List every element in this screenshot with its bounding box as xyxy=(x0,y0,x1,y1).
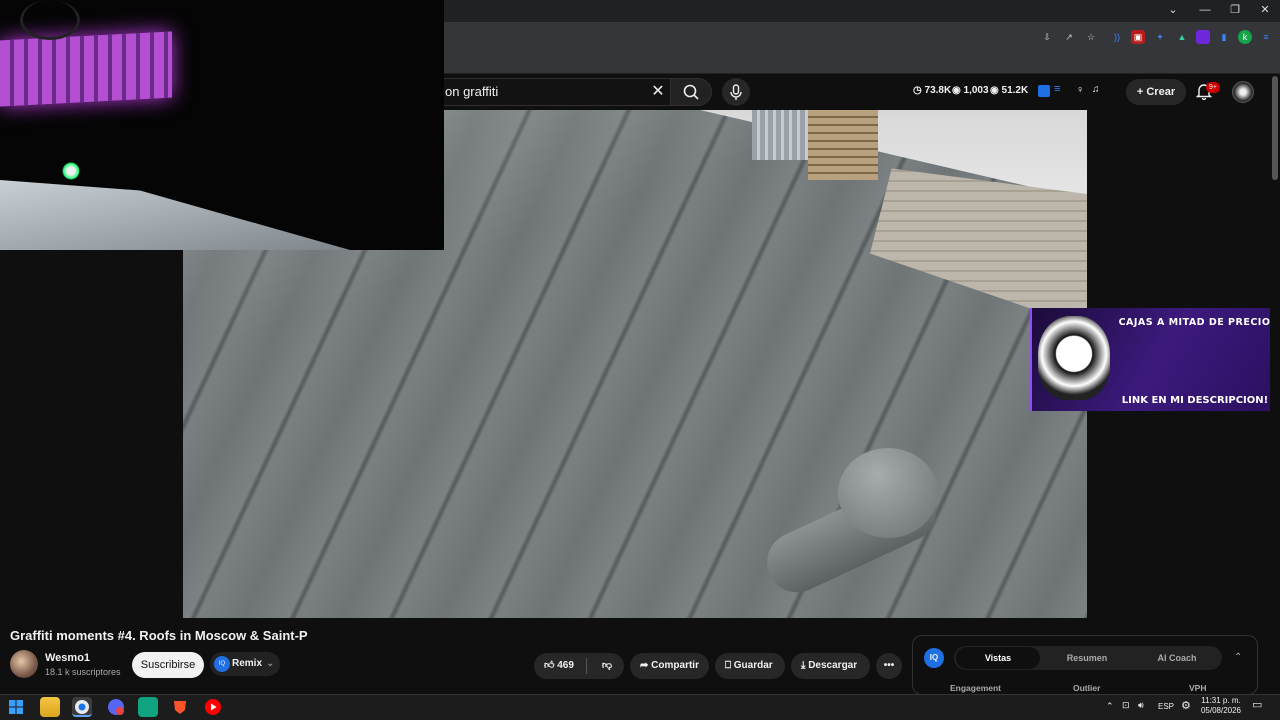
like-divider xyxy=(586,658,587,674)
vidiq-icon[interactable] xyxy=(1038,85,1050,97)
webcam-cable xyxy=(20,0,80,40)
restore-icon[interactable]: ❐ xyxy=(1220,2,1250,18)
tab-vistas[interactable]: Vistas xyxy=(956,647,1040,669)
download-button[interactable]: ⤓ Descargar xyxy=(791,653,870,679)
search-icon xyxy=(683,84,699,100)
search-input[interactable]: on graffiti xyxy=(430,78,670,106)
close-window-icon[interactable]: ✕ xyxy=(1250,2,1280,18)
promo-bottom-text: LINK EN MI DESCRIPCION! xyxy=(1121,395,1269,406)
collapse-panel-icon[interactable]: ⌃ xyxy=(1234,652,1242,663)
promo-mascot-image xyxy=(1038,316,1110,400)
extension-flask-icon[interactable]: ▲ xyxy=(1175,30,1189,44)
webcam-desk xyxy=(0,180,350,250)
save-label: Guardar xyxy=(733,660,773,671)
voice-search-button[interactable] xyxy=(722,78,750,106)
chevron-down-icon[interactable]: ⌄ xyxy=(1158,2,1188,18)
promo-top-text: CAJAS A MITAD DE PRECIO xyxy=(1118,317,1271,328)
clock-stat: ◷ 73.8K xyxy=(913,85,952,96)
share-icon: ➦ xyxy=(640,660,649,671)
small-bell-icon[interactable]: ♫ xyxy=(1092,84,1100,95)
list-icon[interactable]: ≡ xyxy=(1054,83,1060,95)
tab-ai-coach[interactable]: AI Coach xyxy=(1134,646,1220,670)
extension-red-icon[interactable]: ▣ xyxy=(1131,30,1145,44)
create-button[interactable]: + Crear xyxy=(1126,79,1186,105)
stat-value-3: 51.2K xyxy=(1001,85,1029,96)
chatgpt-icon[interactable] xyxy=(138,697,158,717)
taskbar-clock[interactable]: 11:31 p. m. 05/08/2026 xyxy=(1200,696,1242,716)
column-vph: VPH xyxy=(1189,683,1207,693)
extension-puzzle-icon[interactable]: ✦ xyxy=(1153,30,1167,44)
channel-name[interactable]: Wesmo1 xyxy=(45,652,90,664)
windows-start-icon[interactable] xyxy=(6,697,26,717)
share-page-icon[interactable]: ↗ xyxy=(1062,30,1076,44)
video-tower-right xyxy=(808,110,878,180)
subscribe-button[interactable]: Suscribirse xyxy=(132,652,204,678)
youtube-app-icon[interactable] xyxy=(203,697,223,717)
chevron-down-icon: ⌄ xyxy=(266,658,275,669)
account-avatar[interactable] xyxy=(1232,81,1254,103)
notification-badge: 9+ xyxy=(1206,82,1220,93)
stat-value-2: 1,003 xyxy=(963,85,989,96)
video-title: Graffiti moments #4. Roofs in Moscow & S… xyxy=(10,628,308,643)
channel-avatar[interactable] xyxy=(10,650,38,678)
extension-audio-icon[interactable]: )) xyxy=(1110,30,1124,44)
more-icon: ••• xyxy=(883,660,895,671)
share-label: Compartir xyxy=(651,660,699,671)
thumbs-down-icon: 👎︎ xyxy=(601,660,613,671)
chrome-icon[interactable] xyxy=(72,697,92,717)
download-icon: ⤓ xyxy=(801,660,806,671)
file-explorer-icon[interactable] xyxy=(40,697,60,717)
notification-center-icon[interactable]: ▭ xyxy=(1252,698,1262,711)
windows-taskbar xyxy=(0,694,1280,720)
webcam-cursor xyxy=(62,162,80,180)
like-count: 469 xyxy=(557,660,574,671)
dislike-button[interactable]: 👎︎ xyxy=(592,653,622,679)
volume-icon[interactable]: 🔊︎ xyxy=(1138,700,1144,711)
install-icon[interactable]: ⇩ xyxy=(1040,30,1054,44)
settings-gear-icon[interactable]: ⚙ xyxy=(1181,699,1191,712)
subscriber-count: 18.1 k suscriptores xyxy=(45,667,121,677)
column-engagement: Engagement xyxy=(950,683,1002,693)
download-label: Descargar xyxy=(808,660,858,671)
taskbar-time: 11:31 p. m. xyxy=(1201,696,1241,705)
like-button[interactable]: 👍︎ 469 xyxy=(534,653,584,679)
scroll-thumb[interactable] xyxy=(1272,76,1278,180)
clear-search-icon[interactable]: ✕ xyxy=(648,82,668,102)
vidiq-panel-icon[interactable]: IQ xyxy=(924,648,944,668)
share-button[interactable]: ➦ Compartir xyxy=(630,653,709,679)
sidepanel-icon[interactable]: ▮ xyxy=(1217,30,1231,44)
network-icon[interactable]: ⊡ xyxy=(1122,700,1130,711)
tray-chevron-up-icon[interactable]: ⌃ xyxy=(1106,701,1114,712)
search-button[interactable] xyxy=(670,78,712,106)
bookmark-icon[interactable]: ☆ xyxy=(1084,30,1098,44)
video-tower-left xyxy=(752,110,812,160)
create-label: Crear xyxy=(1146,86,1176,98)
save-button[interactable]: ⎕ Guardar xyxy=(715,653,785,679)
iq-badge-icon: IQ xyxy=(214,656,230,672)
remix-button[interactable]: IQ Remix ⌄ xyxy=(210,652,280,676)
remix-label: Remix xyxy=(232,658,263,669)
menu-icon[interactable]: ≡ xyxy=(1259,30,1273,44)
save-icon: ⎕ xyxy=(725,660,731,671)
more-actions-button[interactable]: ••• xyxy=(876,653,902,679)
microphone-icon xyxy=(730,84,742,100)
column-outlier: Outlier xyxy=(1073,683,1101,693)
thumbs-up-icon: 👍︎ xyxy=(544,660,555,671)
eye-stat: ◉ 51.2K xyxy=(990,85,1029,96)
profile-icon[interactable]: k xyxy=(1238,30,1252,44)
discord-icon[interactable] xyxy=(106,697,126,717)
webcam-overlay xyxy=(0,0,444,250)
taskbar-date: 05/08/2026 xyxy=(1200,706,1242,715)
video-vent-cap xyxy=(838,448,938,538)
extension-purple-icon[interactable] xyxy=(1196,30,1210,44)
achievement-icon[interactable]: ♀ xyxy=(1076,84,1084,96)
webcam-keyboard-lights xyxy=(0,31,172,107)
views-stat: ◉ 1,003 xyxy=(952,85,989,96)
tab-resumen[interactable]: Resumen xyxy=(1045,646,1129,670)
input-language[interactable]: ESP xyxy=(1158,702,1174,711)
brave-icon[interactable] xyxy=(170,697,190,717)
minimize-icon[interactable]: — xyxy=(1190,2,1220,18)
stat-value-1: 73.8K xyxy=(924,85,952,96)
